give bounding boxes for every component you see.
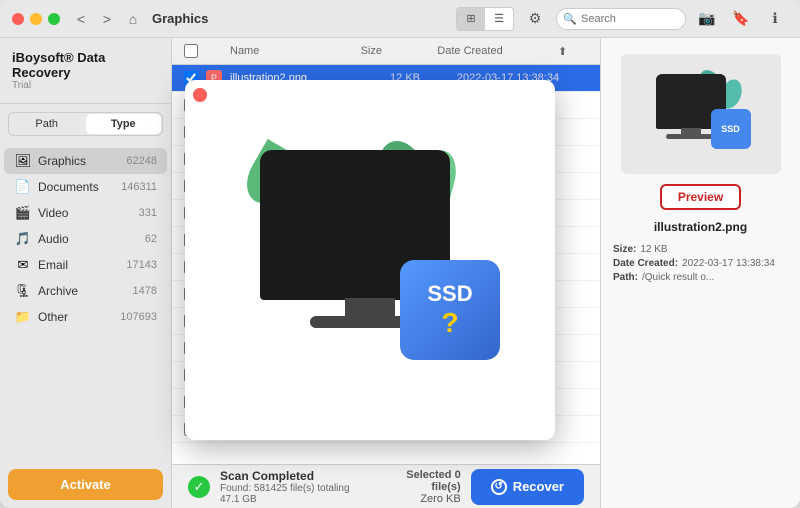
graphics-icon: 🖼 (14, 153, 32, 169)
size-value: 12 KB (640, 244, 667, 255)
selected-size: Zero KB (386, 493, 461, 505)
search-wrapper: 🔍 (556, 8, 686, 30)
graphics-count: 62248 (126, 155, 157, 167)
toolbar-actions: ⊞ ☰ ⚙ 🔍 📷 🔖 ℹ (456, 6, 788, 32)
archive-count: 1478 (133, 285, 157, 297)
back-button[interactable]: < (70, 8, 92, 30)
scan-detail: Found: 581425 file(s) totaling 47.1 GB (220, 483, 366, 505)
other-count: 107693 (120, 311, 157, 323)
preview-meta-size-row: Size: 12 KB (613, 244, 788, 255)
other-label: Other (38, 310, 114, 324)
recover-label: Recover (513, 479, 564, 494)
documents-count: 146311 (121, 181, 157, 193)
col-name-header: Name (230, 45, 294, 57)
sidebar-item-audio[interactable]: 🎵 Audio 62 (4, 226, 167, 252)
preview-filename: illustration2.png (654, 220, 747, 234)
scan-complete-icon: ✓ (188, 476, 210, 498)
minimize-button[interactable] (30, 13, 42, 25)
activate-button[interactable]: Activate (8, 469, 163, 500)
titlebar: < > ⌂ Graphics ⊞ ☰ ⚙ 🔍 📷 🔖 ℹ (0, 0, 800, 38)
archive-label: Archive (38, 284, 127, 298)
ssd-badge: SSD (711, 109, 751, 149)
selected-count: Selected 0 file(s) (386, 469, 461, 493)
mac-illustration: SSD (651, 74, 751, 154)
recover-icon: ↺ (491, 479, 507, 495)
recover-button[interactable]: ↺ Recover (471, 469, 584, 505)
preview-meta-date-row: Date Created: 2022-03-17 13:38:34 (613, 258, 788, 269)
forward-button[interactable]: > (96, 8, 118, 30)
home-button[interactable]: ⌂ (122, 8, 144, 30)
sidebar-item-other[interactable]: 📁 Other 107693 (4, 304, 167, 330)
popup-ssd-question: ? (441, 307, 458, 339)
preview-meta-path-row: Path: /Quick result o... (613, 272, 788, 283)
path-label: Path: (613, 272, 638, 283)
popup-ssd-badge: SSD ? (400, 260, 500, 360)
audio-icon: 🎵 (14, 231, 32, 247)
sidebar-item-list: 🖼 Graphics 62248 📄 Documents 146311 🎬 Vi… (0, 144, 171, 461)
date-value: 2022-03-17 13:38:34 (682, 258, 775, 269)
audio-count: 62 (145, 233, 157, 245)
nav-buttons: < > ⌂ (70, 8, 144, 30)
preview-meta: Size: 12 KB Date Created: 2022-03-17 13:… (613, 244, 788, 286)
sidebar-item-documents[interactable]: 📄 Documents 146311 (4, 174, 167, 200)
documents-label: Documents (38, 180, 115, 194)
popup-close-button[interactable] (193, 88, 207, 102)
col-actions-header: ⬆ (558, 45, 588, 58)
app-trial: Trial (12, 80, 159, 91)
main-window: < > ⌂ Graphics ⊞ ☰ ⚙ 🔍 📷 🔖 ℹ iBoysoft® D… (0, 0, 800, 508)
graphics-label: Graphics (38, 154, 120, 168)
preview-button[interactable]: Preview (660, 184, 741, 210)
col-date-header: Date Created (390, 45, 550, 57)
path-value: /Quick result o... (642, 272, 714, 283)
date-label: Date Created: (613, 258, 678, 269)
file-list-header: Name Size Date Created ⬆ (172, 38, 600, 65)
col-size-header: Size (302, 45, 382, 57)
sidebar-header: iBoysoft® Data Recovery Trial (0, 38, 171, 104)
popup-stand (345, 298, 395, 318)
window-title: Graphics (152, 11, 456, 26)
tab-path[interactable]: Path (9, 113, 85, 135)
video-label: Video (38, 206, 133, 220)
sidebar-item-email[interactable]: ✉ Email 17143 (4, 252, 167, 278)
other-icon: 📁 (14, 309, 32, 325)
maximize-button[interactable] (48, 13, 60, 25)
popup-ssd-label: SSD (427, 281, 472, 307)
audio-label: Audio (38, 232, 139, 246)
archive-icon: 🗜 (14, 283, 32, 299)
list-view-button[interactable]: ☰ (485, 8, 513, 30)
traffic-lights (12, 13, 60, 25)
sidebar-tabs: Path Type (8, 112, 163, 136)
email-label: Email (38, 258, 120, 272)
email-icon: ✉ (14, 257, 32, 273)
preview-popup: SSD ? (185, 80, 555, 440)
preview-panel: SSD Preview illustration2.png Size: 12 K… (600, 38, 800, 508)
scan-status: Scan Completed Found: 581425 file(s) tot… (220, 469, 366, 505)
app-name: iBoysoft® Data Recovery (12, 50, 159, 80)
preview-thumbnail: SSD (621, 54, 781, 174)
info-button[interactable]: ℹ (762, 6, 788, 32)
sidebar-item-graphics[interactable]: 🖼 Graphics 62248 (4, 148, 167, 174)
filter-button[interactable]: ⚙ (522, 6, 548, 32)
popup-illustration: SSD ? (230, 140, 510, 380)
email-count: 17143 (126, 259, 157, 271)
bookmark-button[interactable]: 🔖 (728, 6, 754, 32)
select-all-checkbox[interactable] (184, 44, 198, 58)
scan-title: Scan Completed (220, 469, 366, 483)
size-label: Size: (613, 244, 636, 255)
view-toggle: ⊞ ☰ (456, 7, 514, 31)
mac-base (666, 134, 716, 139)
documents-icon: 📄 (14, 179, 32, 195)
camera-button[interactable]: 📷 (694, 6, 720, 32)
sidebar-item-video[interactable]: 🎬 Video 331 (4, 200, 167, 226)
search-icon: 🔍 (563, 12, 577, 25)
sidebar-item-archive[interactable]: 🗜 Archive 1478 (4, 278, 167, 304)
status-bar: ✓ Scan Completed Found: 581425 file(s) t… (172, 464, 600, 508)
selected-info: Selected 0 file(s) Zero KB (386, 469, 461, 505)
tab-type[interactable]: Type (86, 114, 162, 134)
video-icon: 🎬 (14, 205, 32, 221)
video-count: 331 (139, 207, 157, 219)
sidebar: iBoysoft® Data Recovery Trial Path Type … (0, 38, 172, 508)
close-button[interactable] (12, 13, 24, 25)
grid-view-button[interactable]: ⊞ (457, 8, 485, 30)
